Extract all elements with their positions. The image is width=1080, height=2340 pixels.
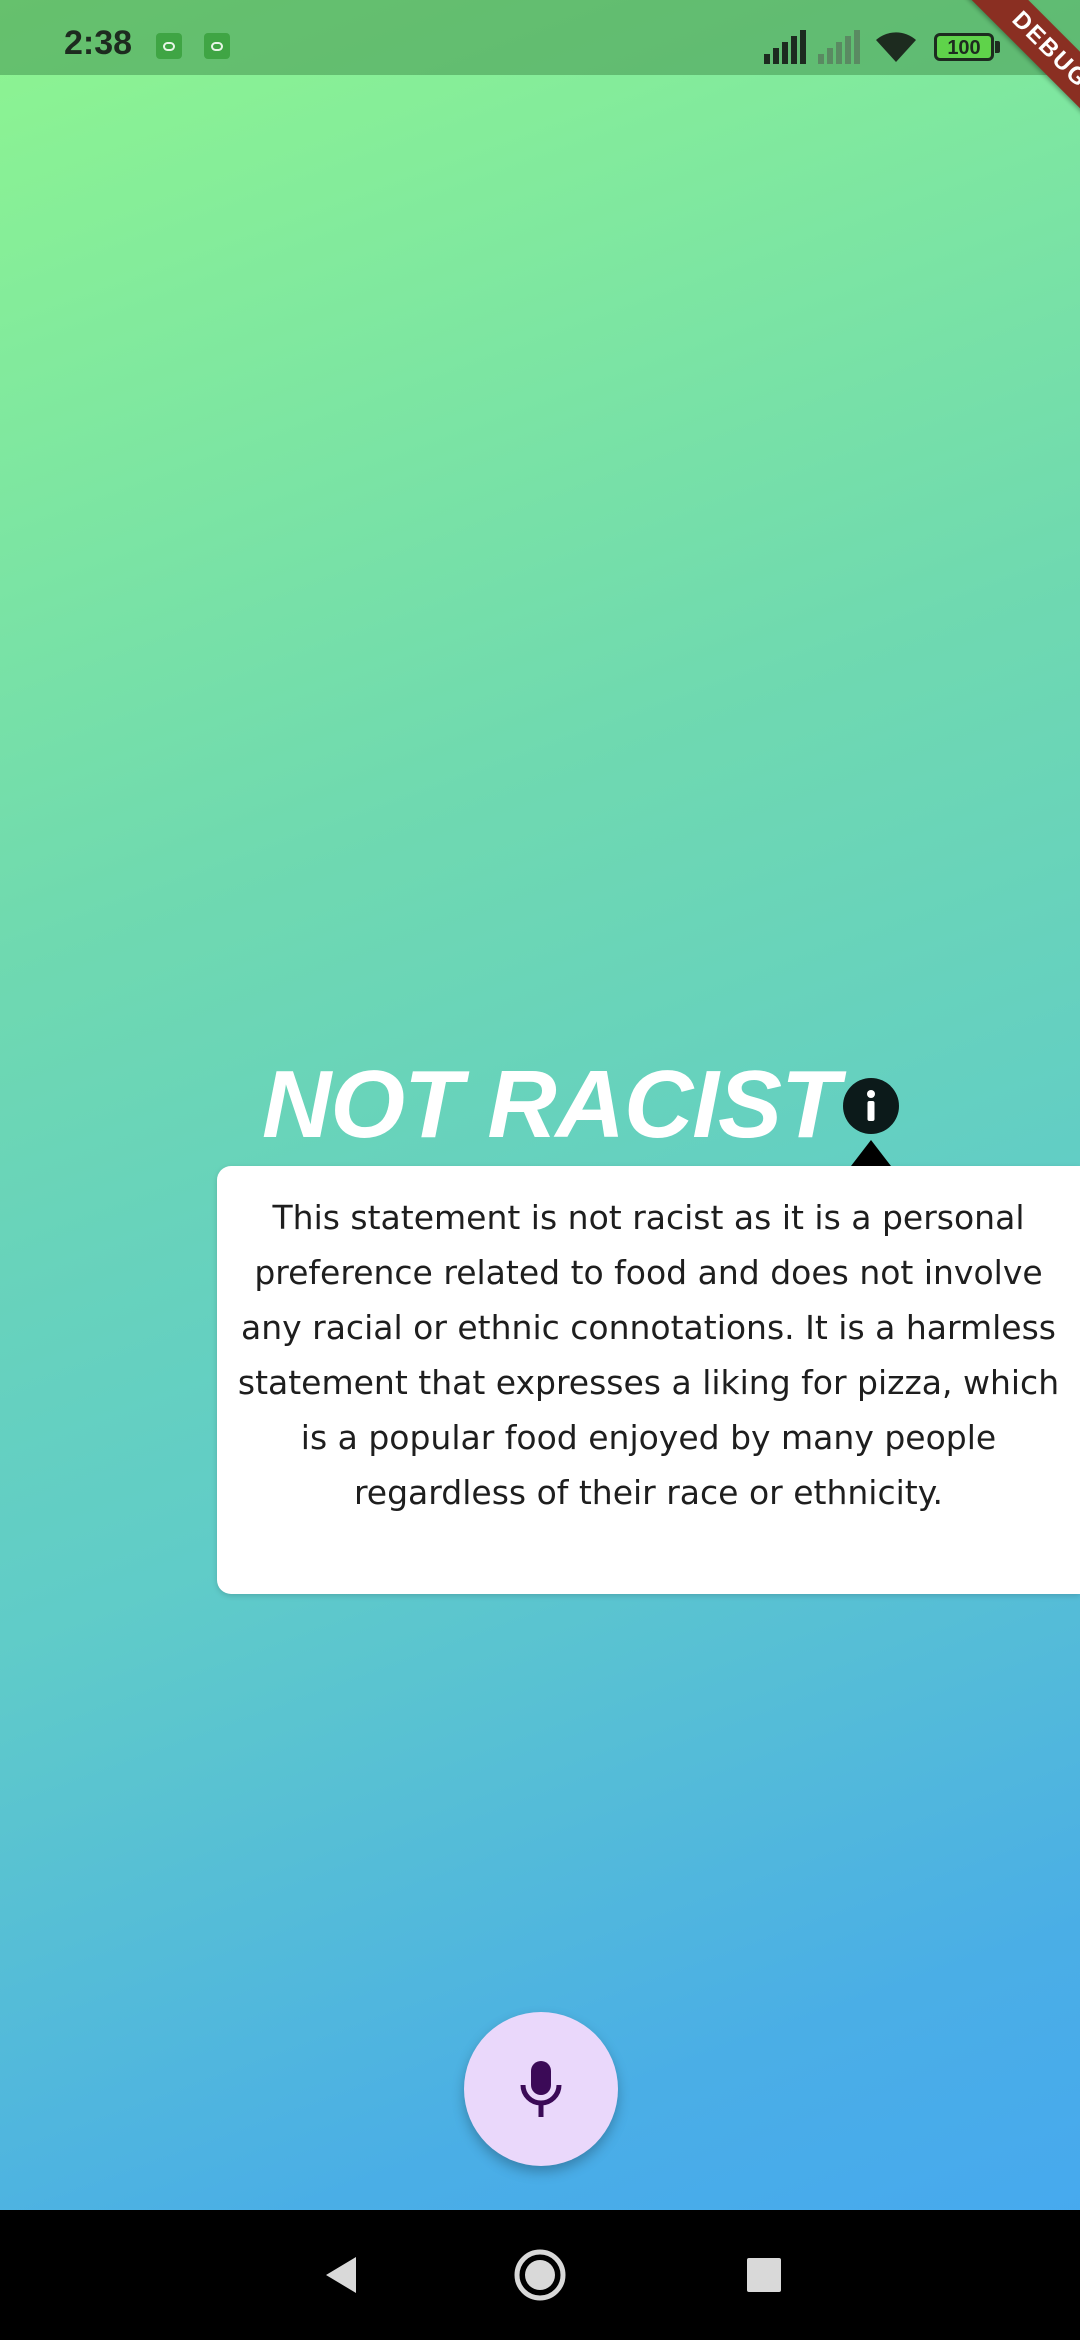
microphone-icon [520,2061,562,2117]
wifi-icon [876,32,916,62]
signal-icon [764,30,806,64]
back-icon [326,2257,356,2293]
tooltip-arrow [851,1140,891,1166]
microphone-button[interactable] [464,2012,618,2166]
battery-icon: 100 [934,33,994,61]
home-icon [514,2249,566,2301]
battery-cap [995,41,1000,53]
explanation-text: This statement is not racist as it is a … [237,1198,1060,1512]
recents-icon [747,2258,781,2292]
home-button[interactable] [480,2210,600,2340]
navigation-bar [0,2210,1080,2340]
battery-level: 100 [947,37,981,59]
status-bar: 2:38 100 [0,0,1080,75]
android-notification-icon [204,33,230,59]
back-button[interactable] [282,2210,402,2340]
explanation-tooltip: This statement is not racist as it is a … [217,1166,1080,1594]
status-time: 2:38 [64,24,133,62]
verdict-title: NOT RACIST [262,1051,840,1158]
app-screen: 2:38 100 DEBUG NOT RACIST This statement… [0,0,1080,2340]
signal-empty-icon [818,30,860,64]
recents-button[interactable] [704,2210,824,2340]
info-icon [867,1090,875,1121]
android-notification-icon [156,33,182,59]
info-button[interactable] [843,1078,899,1134]
